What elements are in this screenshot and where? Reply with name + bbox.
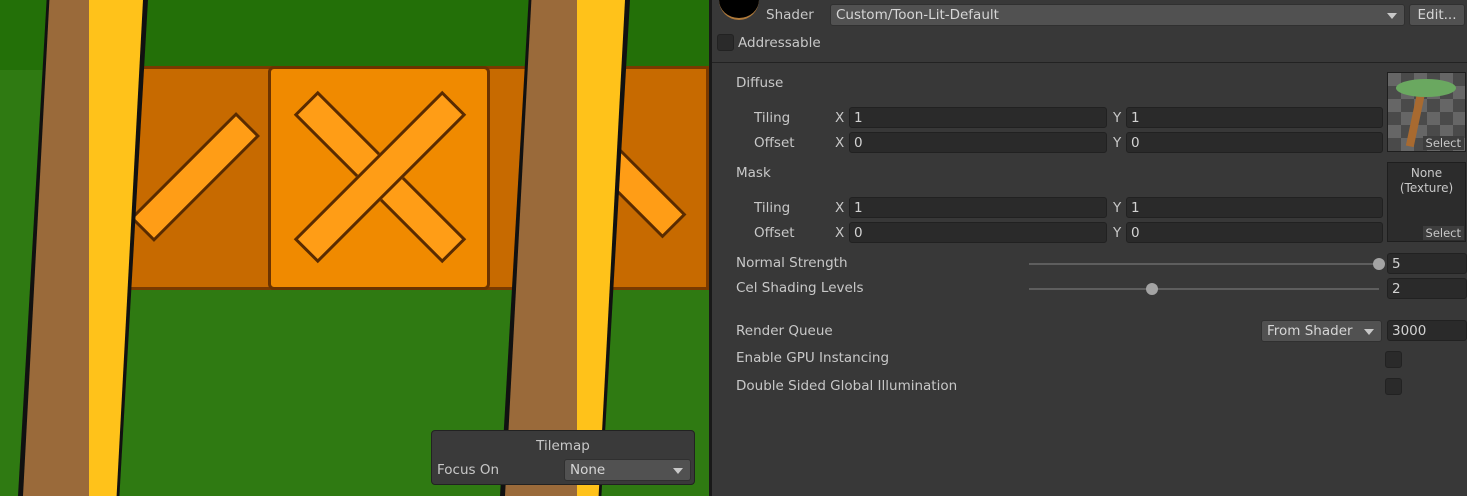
diffuse-title: Diffuse — [736, 75, 784, 91]
chevron-down-icon — [1387, 13, 1397, 19]
axis-x-label: X — [835, 135, 845, 151]
render-queue-dropdown[interactable]: From Shader — [1261, 320, 1382, 342]
gpu-instancing-checkbox[interactable] — [1385, 351, 1402, 368]
shader-label: Shader — [766, 7, 814, 23]
chevron-down-icon — [673, 468, 683, 474]
axis-y-label: Y — [1113, 135, 1122, 151]
mask-tiling-x[interactable]: 1 — [849, 197, 1107, 218]
cel-shading-field[interactable]: 2 — [1387, 278, 1467, 299]
diffuse-tiling-x[interactable]: 1 — [849, 107, 1107, 128]
palm-leaves-thumbnail — [1396, 79, 1456, 97]
diffuse-tiling-label: Tiling — [754, 110, 791, 126]
tilemap-title: Tilemap — [536, 438, 590, 454]
material-inspector: Shader Custom/Toon-Lit-Default Edit... A… — [712, 0, 1467, 496]
mask-tiling-label: Tiling — [754, 200, 791, 216]
mask-offset-y[interactable]: 0 — [1126, 222, 1383, 243]
cel-shading-knob[interactable] — [1145, 283, 1158, 295]
axis-y-label: Y — [1113, 200, 1122, 216]
diffuse-tiling-y[interactable]: 1 — [1126, 107, 1383, 128]
axis-y-label: Y — [1113, 225, 1122, 241]
diffuse-offset-x[interactable]: 0 — [849, 132, 1107, 153]
material-preview-icon — [719, 0, 759, 20]
mask-tiling-y[interactable]: 1 — [1126, 197, 1383, 218]
render-queue-mode: From Shader — [1267, 323, 1353, 339]
palm-trunk-left — [18, 0, 148, 496]
mask-texture-slot[interactable]: None (Texture) Select — [1387, 162, 1466, 242]
tilemap-overlay: Tilemap Focus On None — [431, 430, 695, 485]
addressable-label: Addressable — [738, 35, 821, 51]
double-sided-gi-label: Double Sided Global Illumination — [736, 378, 958, 394]
scene-view[interactable]: Tilemap Focus On None — [0, 0, 709, 496]
axis-x-label: X — [835, 200, 845, 216]
addressable-checkbox[interactable] — [717, 34, 734, 51]
double-sided-gi-checkbox[interactable] — [1385, 378, 1402, 395]
gpu-instancing-label: Enable GPU Instancing — [736, 350, 890, 366]
focus-on-value: None — [570, 462, 606, 478]
palm-trunk-left-fill — [23, 0, 143, 496]
edit-shader-button[interactable]: Edit... — [1409, 4, 1465, 26]
diffuse-offset-label: Offset — [754, 135, 795, 151]
normal-strength-knob[interactable] — [1373, 258, 1385, 270]
render-queue-field[interactable]: 3000 — [1387, 320, 1467, 341]
mask-offset-x[interactable]: 0 — [849, 222, 1107, 243]
shader-value: Custom/Toon-Lit-Default — [836, 7, 999, 23]
render-queue-label: Render Queue — [736, 323, 833, 339]
normal-strength-label: Normal Strength — [736, 255, 848, 271]
focus-on-dropdown[interactable]: None — [564, 459, 691, 481]
focus-on-label: Focus On — [437, 462, 500, 478]
axis-x-label: X — [835, 225, 845, 241]
axis-y-label: Y — [1113, 110, 1122, 126]
cel-shading-slider[interactable] — [1029, 288, 1379, 290]
normal-strength-field[interactable]: 5 — [1387, 253, 1467, 274]
cel-shading-label: Cel Shading Levels — [736, 280, 864, 296]
shader-dropdown[interactable]: Custom/Toon-Lit-Default — [830, 4, 1405, 26]
mask-offset-label: Offset — [754, 225, 795, 241]
chevron-down-icon — [1364, 329, 1374, 335]
header-divider — [712, 62, 1467, 63]
mask-texture-none: None (Texture) — [1399, 166, 1454, 195]
axis-x-label: X — [835, 110, 845, 126]
diffuse-select-button[interactable]: Select — [1422, 136, 1464, 150]
diffuse-texture-slot[interactable]: Select — [1387, 72, 1466, 152]
mask-select-button[interactable]: Select — [1422, 226, 1464, 240]
mask-title: Mask — [736, 165, 771, 181]
normal-strength-slider[interactable] — [1029, 263, 1379, 265]
diffuse-offset-y[interactable]: 0 — [1126, 132, 1383, 153]
